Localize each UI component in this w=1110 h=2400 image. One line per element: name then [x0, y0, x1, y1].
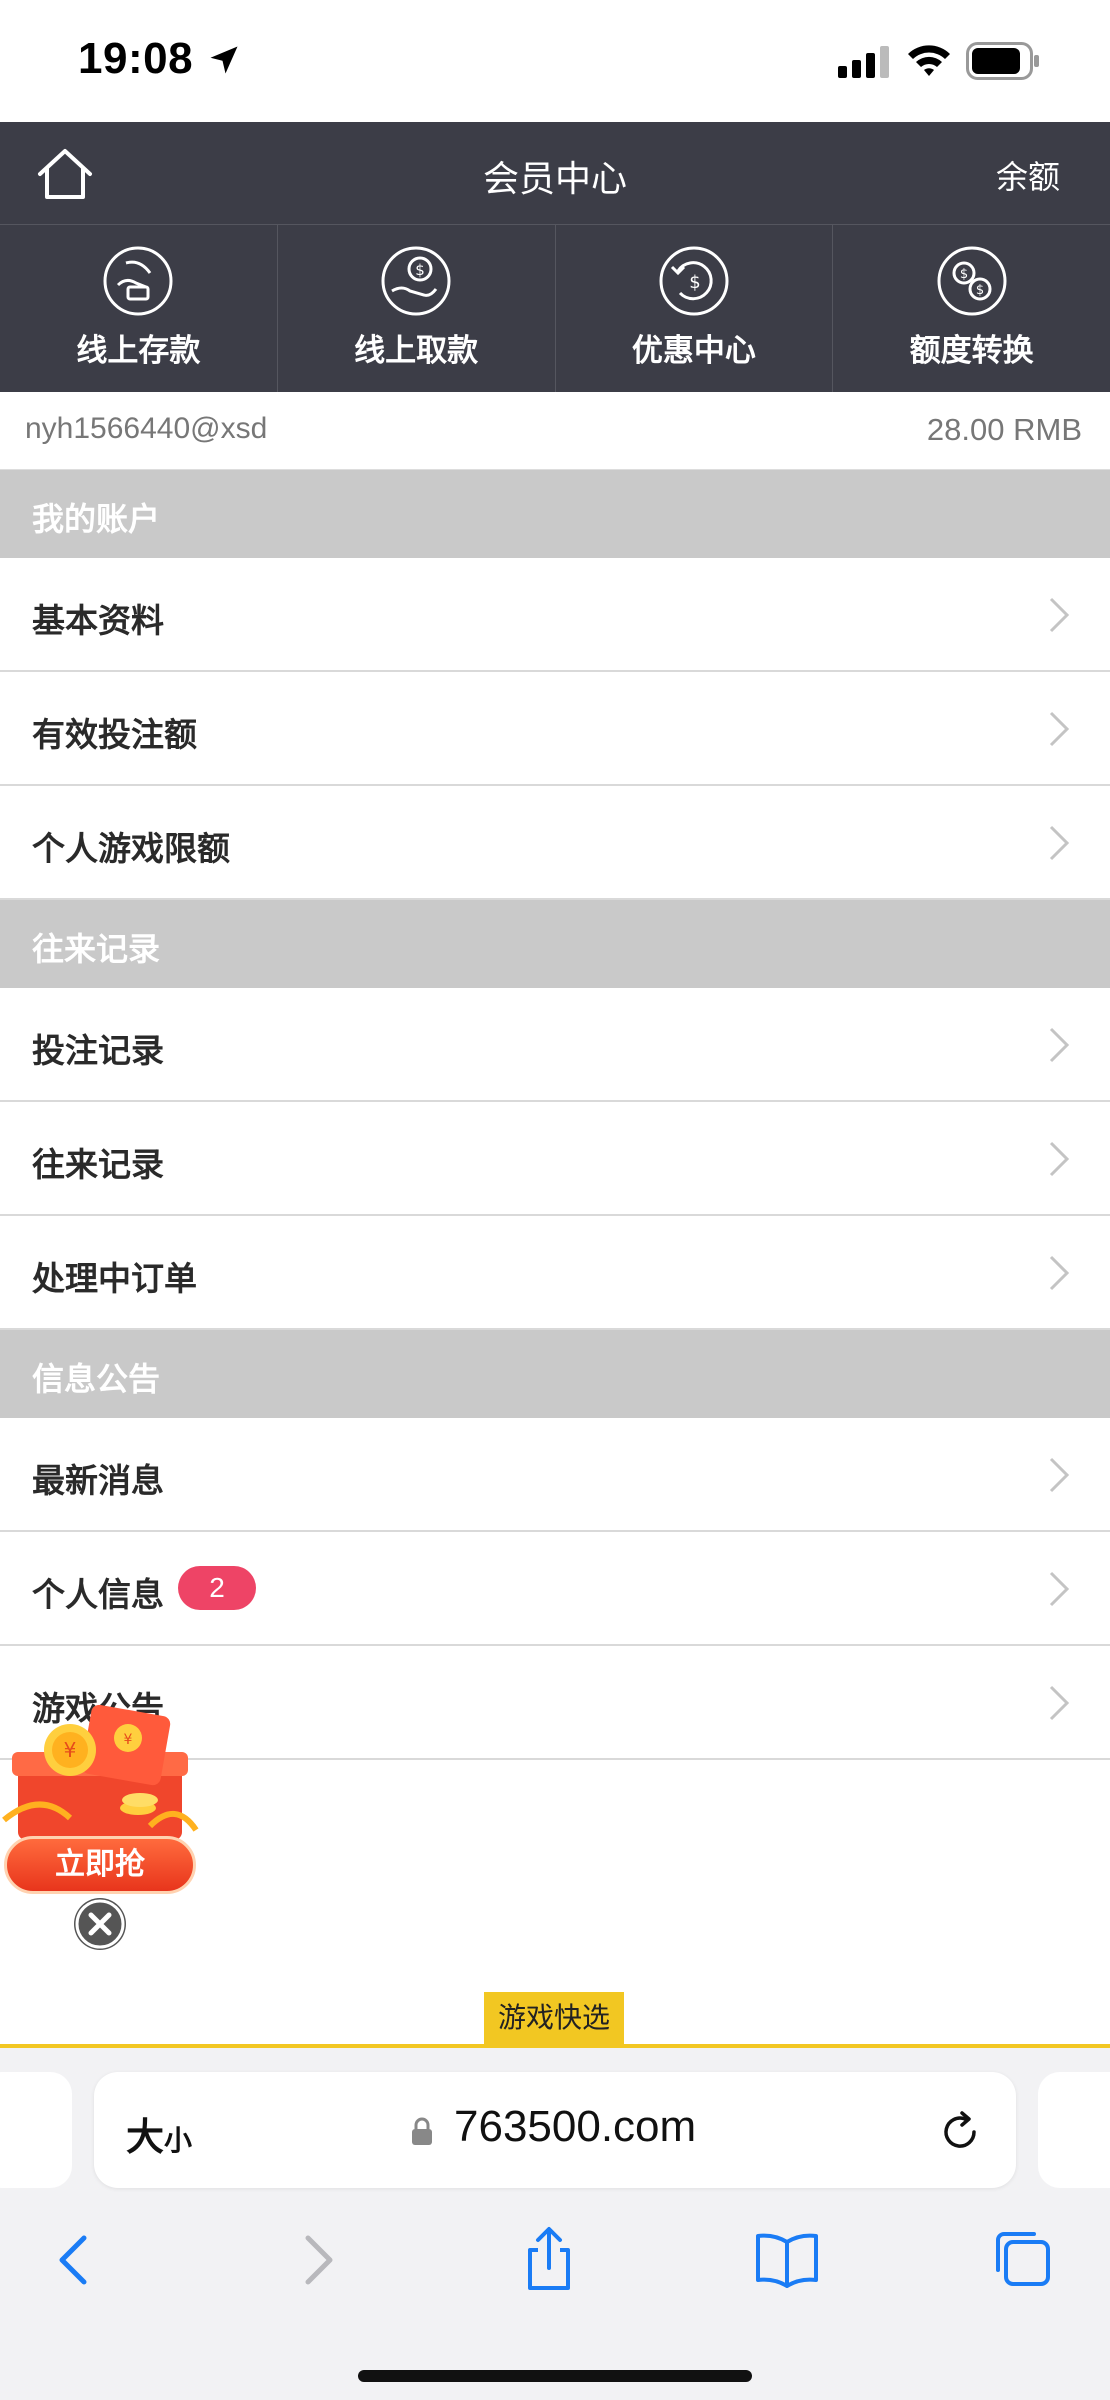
menu-item-label: 处理中订单 — [32, 1260, 197, 1297]
svg-text:$: $ — [415, 261, 425, 279]
next-tab-preview[interactable] — [1038, 2072, 1110, 2188]
text-size-button[interactable]: 大小 — [126, 2106, 192, 2161]
cellular-signal-icon — [838, 46, 889, 78]
chevron-right-icon — [1049, 597, 1070, 633]
wifi-icon — [908, 45, 950, 76]
section-records: 往来记录 — [0, 900, 1110, 988]
menu-item-latest-news[interactable]: 最新消息 — [0, 1418, 1110, 1532]
bookmarks-icon[interactable] — [752, 2224, 822, 2294]
close-promo-button[interactable] — [74, 1898, 126, 1950]
unread-count-badge: 2 — [178, 1566, 256, 1610]
address-bar[interactable]: 大小 763500.com — [94, 2072, 1016, 2188]
chevron-right-icon — [1049, 1141, 1070, 1177]
member-menu: 我的账户 基本资料 有效投注额 个人游戏限额 往来记录 投注记录 往来记录 处理… — [0, 470, 1110, 1760]
deposit-button[interactable]: 线上存款 — [0, 225, 277, 392]
menu-item-transaction-records[interactable]: 往来记录 — [0, 1102, 1110, 1216]
section-title: 往来记录 — [32, 931, 161, 967]
menu-item-personal-messages[interactable]: 个人信息 2 — [0, 1532, 1110, 1646]
deposit-icon — [103, 246, 173, 316]
previous-tab-preview[interactable] — [0, 2072, 72, 2188]
account-balance: 28.00 RMB — [926, 412, 1082, 447]
chevron-right-icon — [1049, 1685, 1070, 1721]
svg-text:$: $ — [689, 272, 700, 293]
member-center-header: 会员中心 余额 — [0, 122, 1110, 224]
text-size-small: 小 — [164, 2125, 193, 2156]
menu-item-valid-bets[interactable]: 有效投注额 — [0, 672, 1110, 786]
deposit-label: 线上存款 — [76, 333, 201, 368]
text-size-big: 大 — [126, 2117, 165, 2159]
chevron-right-icon — [1049, 1255, 1070, 1291]
menu-item-game-limits[interactable]: 个人游戏限额 — [0, 786, 1110, 900]
account-username: nyh1566440@xsd — [25, 412, 268, 445]
menu-item-label: 个人信息 — [32, 1576, 164, 1613]
section-my-account: 我的账户 — [0, 470, 1110, 558]
withdraw-icon: $ — [381, 246, 451, 316]
transfer-label: 额度转换 — [909, 333, 1034, 368]
chevron-right-icon — [1049, 825, 1070, 861]
section-announcements: 信息公告 — [0, 1330, 1110, 1418]
share-icon[interactable] — [514, 2224, 584, 2294]
menu-item-label: 有效投注额 — [32, 716, 197, 753]
url-text: 763500.com — [454, 2102, 697, 2151]
menu-item-bet-records[interactable]: 投注记录 — [0, 988, 1110, 1102]
menu-item-label: 个人游戏限额 — [32, 830, 230, 867]
red-envelope-promo[interactable]: ¥ ¥ 立即抢 — [0, 1700, 200, 1900]
section-title: 信息公告 — [32, 1361, 161, 1397]
menu-item-pending-orders[interactable]: 处理中订单 — [0, 1216, 1110, 1330]
withdraw-label: 线上取款 — [354, 333, 479, 368]
status-time: 19:08 — [78, 34, 194, 83]
svg-text:$: $ — [959, 267, 967, 282]
promotion-center-button[interactable]: $ 优惠中心 — [554, 225, 833, 392]
promotion-label: 优惠中心 — [631, 333, 756, 368]
menu-item-label: 投注记录 — [32, 1032, 164, 1069]
balance-link[interactable]: 余额 — [996, 152, 1060, 198]
account-summary: nyh1566440@xsd 28.00 RMB — [0, 392, 1110, 470]
chevron-right-icon — [1049, 1457, 1070, 1493]
forward-icon[interactable] — [282, 2224, 352, 2294]
menu-item-label: 基本资料 — [32, 602, 164, 639]
transfer-button[interactable]: $ $ 额度转换 — [832, 225, 1110, 392]
close-icon — [75, 1899, 125, 1949]
game-quick-select-button[interactable]: 游戏快选 — [484, 1992, 624, 2044]
tabs-icon[interactable] — [988, 2224, 1058, 2294]
promotion-icon: $ — [659, 246, 729, 316]
status-bar: 19:08 — [0, 0, 1110, 122]
browser-toolbar: 大小 763500.com — [0, 2048, 1110, 2400]
reload-icon[interactable] — [938, 2110, 982, 2154]
quick-actions: 线上存款 $ 线上取款 $ 优惠中心 $ $ 额度转换 — [0, 224, 1110, 392]
page-title: 会员中心 — [482, 158, 627, 199]
svg-text:¥: ¥ — [124, 1732, 133, 1748]
battery-icon — [966, 42, 1039, 80]
lock-icon — [412, 2117, 432, 2145]
section-title: 我的账户 — [32, 501, 161, 537]
grab-now-button[interactable]: 立即抢 — [4, 1836, 196, 1894]
home-indicator — [358, 2370, 752, 2382]
menu-item-label: 最新消息 — [32, 1462, 164, 1499]
svg-text:$: $ — [975, 283, 983, 298]
menu-item-label: 往来记录 — [32, 1146, 164, 1183]
chevron-right-icon — [1049, 711, 1070, 747]
location-arrow-icon — [210, 46, 238, 74]
menu-item-basic-info[interactable]: 基本资料 — [0, 558, 1110, 672]
browser-nav-row — [0, 2224, 1110, 2314]
withdraw-button[interactable]: $ 线上取款 — [276, 225, 555, 392]
gift-envelope-icon: ¥ ¥ — [2, 1704, 199, 1840]
chevron-right-icon — [1049, 1027, 1070, 1063]
back-icon[interactable] — [40, 2224, 110, 2294]
transfer-icon: $ $ — [937, 246, 1007, 316]
chevron-right-icon — [1049, 1571, 1070, 1607]
svg-text:¥: ¥ — [64, 1738, 77, 1762]
